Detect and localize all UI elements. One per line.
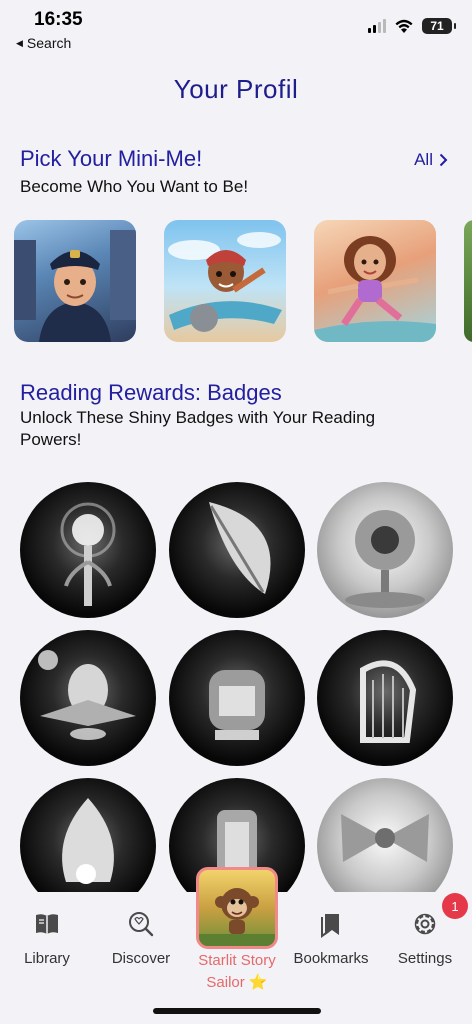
- current-story-button[interactable]: [196, 867, 278, 949]
- spaceship-badge-art: [38, 650, 136, 740]
- badge-castle[interactable]: [169, 630, 305, 766]
- mini-me-subtitle: Become Who You Want to Be!: [20, 177, 249, 196]
- bookmark-icon: [321, 914, 339, 938]
- battery-indicator: 71: [422, 18, 456, 34]
- mini-me-title: Pick Your Mini-Me!: [20, 146, 203, 171]
- back-triangle-icon: ◀: [16, 37, 23, 48]
- next-avatar-peek[interactable]: [464, 220, 472, 342]
- badge-flower-staff[interactable]: [20, 482, 156, 618]
- castle-badge-art: [209, 670, 265, 740]
- back-label: Search: [26, 35, 72, 51]
- police-officer-illustration: [14, 230, 136, 342]
- see-all-link[interactable]: All: [414, 150, 448, 170]
- badge-feather[interactable]: [169, 482, 305, 618]
- rewards-subtitle-line2: Powers!: [20, 430, 82, 449]
- tab-discover[interactable]: Discover: [94, 892, 188, 967]
- wifi-icon: [395, 19, 413, 33]
- avatar-carousel[interactable]: [14, 220, 472, 342]
- flower-staff-badge-art: [60, 502, 116, 606]
- tab-library-label: Library: [24, 950, 70, 967]
- cellular-signal-icon: [368, 19, 386, 33]
- status-time: 16:35: [34, 9, 83, 30]
- badge-sunflower[interactable]: [317, 482, 453, 618]
- tab-settings-label: Settings: [397, 950, 453, 967]
- monkey-story-cover-icon: [199, 888, 275, 946]
- sunflower-badge-art: [345, 510, 425, 608]
- pilot-avatar[interactable]: [164, 220, 286, 342]
- skater-girl-avatar[interactable]: [314, 220, 436, 342]
- gear-icon: [414, 913, 436, 935]
- badge-harp[interactable]: [317, 630, 453, 766]
- current-story-label-line1: Starlit Story: [198, 952, 276, 969]
- settings-notification-badge: 1: [442, 893, 468, 919]
- pilot-illustration: [168, 232, 282, 332]
- tab-discover-label: Discover: [111, 950, 171, 967]
- chevron-right-icon: [439, 153, 448, 167]
- see-all-label: All: [414, 150, 433, 169]
- discover-search-icon: [129, 912, 154, 937]
- tab-bookmarks[interactable]: Bookmarks: [284, 892, 378, 967]
- badge-spaceship[interactable]: [20, 630, 156, 766]
- rewards-subtitle-line1: Unlock These Shiny Badges with Your Read…: [20, 408, 376, 427]
- current-story-label-line2: Sailor ⭐: [206, 974, 268, 991]
- home-indicator[interactable]: [153, 1008, 321, 1014]
- status-icons: 71: [368, 18, 456, 34]
- current-story-label[interactable]: Starlit Story Sailor ⭐: [176, 950, 298, 994]
- tab-library[interactable]: Library: [0, 892, 94, 967]
- tab-bookmarks-label: Bookmarks: [293, 950, 369, 967]
- harp-badge-art: [360, 660, 417, 743]
- skater-girl-illustration: [314, 236, 436, 342]
- page-title: Your Profil: [173, 74, 299, 104]
- book-icon: [36, 914, 58, 934]
- status-bar: 16:35 ◀ Search 71: [0, 0, 472, 60]
- battery-level: 71: [430, 19, 444, 33]
- rewards-title: Reading Rewards: Badges: [20, 380, 282, 405]
- feather-badge-art: [209, 502, 271, 594]
- police-officer-avatar[interactable]: [14, 220, 136, 342]
- back-to-search-link[interactable]: ◀ Search: [16, 35, 71, 51]
